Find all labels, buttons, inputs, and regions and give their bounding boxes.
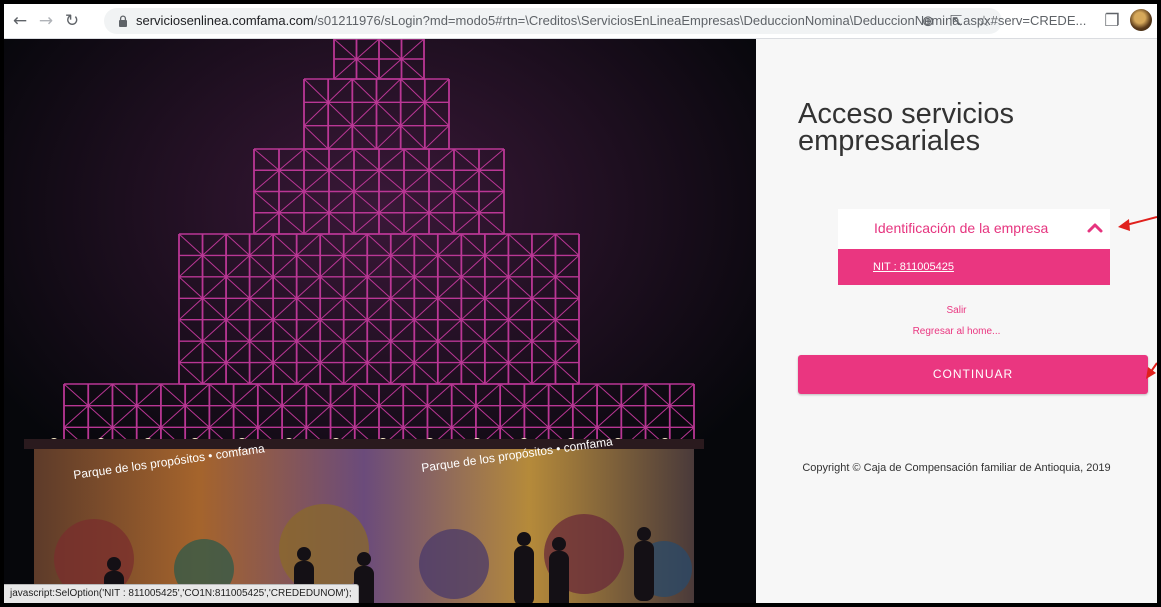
sidepanel-icon[interactable]: ❐ — [1102, 11, 1122, 31]
page-title: Acceso servicios empresariales — [798, 98, 1014, 157]
accordion-label: Identificación de la empresa — [874, 220, 1049, 236]
salir-link[interactable]: Salir — [756, 305, 1157, 316]
share-icon[interactable]: ⇱ — [946, 11, 966, 31]
profile-avatar[interactable] — [1130, 9, 1152, 31]
nit-link[interactable]: NIT : 811005425 — [873, 261, 954, 273]
lock-icon — [119, 15, 127, 27]
status-bar-link: javascript:SelOption('NIT : 811005425','… — [4, 584, 359, 603]
regresar-home-link[interactable]: Regresar al home... — [756, 326, 1157, 337]
zoom-icon[interactable]: ⊕ — [918, 11, 938, 31]
reload-icon[interactable]: ↻ — [62, 11, 82, 31]
copyright-text: Copyright © Caja de Compensación familia… — [802, 462, 1111, 474]
star-icon[interactable]: ☆ — [974, 11, 994, 31]
scaffold-tower-illustration: Parque de los propósitos • comfama Parqu… — [4, 39, 756, 603]
address-bar[interactable]: serviciosenlinea.comfama.com/s01211976/s… — [104, 8, 1086, 34]
hero-photo: Parque de los propósitos • comfama Parqu… — [4, 39, 756, 603]
nit-option[interactable]: NIT : 811005425 — [838, 249, 1110, 285]
chevron-up-icon[interactable] — [1086, 221, 1104, 235]
browser-window: ← → ↻ serviciosenlinea.comfama.com/s0121… — [4, 4, 1157, 603]
back-icon[interactable]: ← — [10, 11, 30, 31]
forward-icon[interactable]: → — [36, 11, 56, 31]
url-host: serviciosenlinea.comfama.com — [136, 13, 314, 28]
arrow-to-chevron-icon — [1118, 216, 1157, 231]
company-id-accordion-header[interactable]: Identificación de la empresa — [838, 209, 1110, 249]
browser-toolbar: ← → ↻ serviciosenlinea.comfama.com/s0121… — [4, 4, 1157, 39]
continue-button[interactable]: CONTINUAR — [798, 355, 1148, 394]
login-panel: Acceso servicios empresariales Identific… — [756, 39, 1157, 603]
url-text[interactable]: serviciosenlinea.comfama.com/s01211976/s… — [136, 13, 1086, 28]
url-path: /s01211976/sLogin?md=modo5#rtn=\Creditos… — [313, 13, 1087, 28]
